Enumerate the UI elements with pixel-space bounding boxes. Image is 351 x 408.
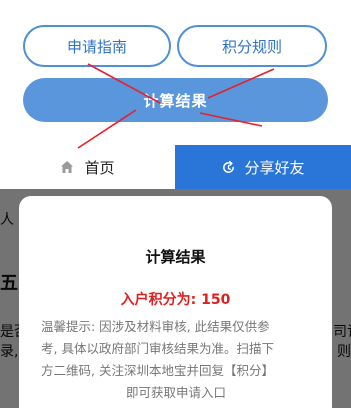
- dialog-tip-line-4: 即可获取申请入口: [125, 385, 226, 400]
- points-score: 入户积分为: 150: [120, 292, 231, 308]
- nav-share-button[interactable]: 分享好友: [175, 145, 351, 189]
- points-rules-button[interactable]: 积分规则: [177, 25, 327, 67]
- calculate-result-button[interactable]: 计算结果: [23, 78, 328, 122]
- dialog-tip-line-1: 温馨提示: 因涉及材料审核, 此结果仅供参: [41, 319, 270, 334]
- result-dialog: 计算结果 入户积分为: 150 温馨提示: 因涉及材料审核, 此结果仅供参 考,…: [19, 196, 332, 408]
- dialog-tip-line-2: 考, 具体以政府部门审核结果为准。扫描下: [41, 341, 274, 356]
- share-refresh-icon: [223, 160, 235, 173]
- apply-guide-label: 申请指南: [66, 37, 127, 56]
- points-rules-label: 积分规则: [221, 37, 282, 56]
- dialog-tip-line-3: 方二维码, 关注深圳本地宝并回复【积分】: [41, 363, 274, 378]
- apply-guide-button[interactable]: 申请指南: [23, 25, 171, 67]
- dialog-title: 计算结果: [145, 248, 206, 266]
- nav-share-label: 分享好友: [244, 158, 305, 177]
- nav-home-label: 首页: [84, 158, 115, 177]
- dialog-tip: 温馨提示: 因涉及材料审核, 此结果仅供参 考, 具体以政府部门审核结果为准。扫…: [41, 316, 311, 404]
- nav-home-button[interactable]: 首页: [0, 145, 175, 189]
- calculate-result-label: 计算结果: [143, 91, 208, 110]
- home-icon: [61, 161, 74, 173]
- page: 申请指南 积分规则 计算结果 首页 分享好友 人 五 是否 司记 录, 则: [0, 0, 351, 408]
